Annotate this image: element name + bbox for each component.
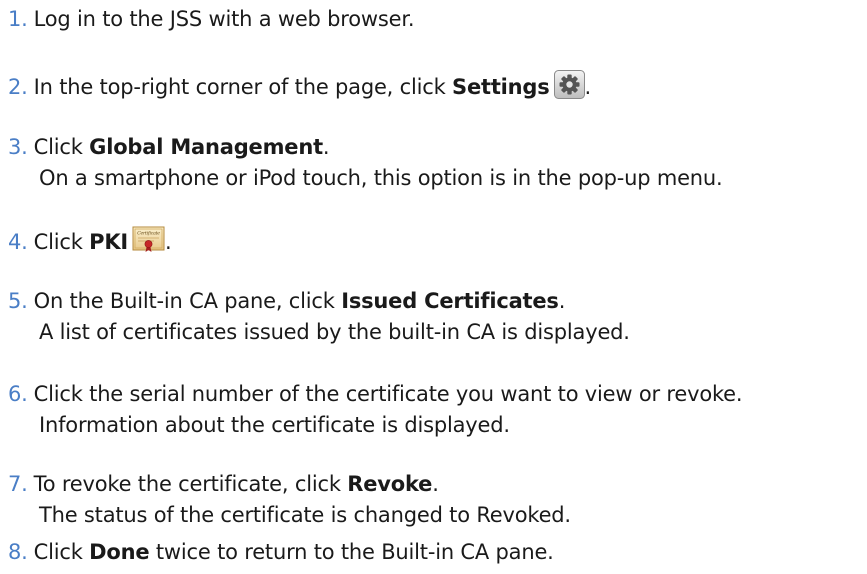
step-text-end: .: [558, 289, 566, 313]
step-text: Click the serial number of the certifica…: [33, 382, 743, 406]
step-8: 8. Click Done twice to return to the Buil…: [8, 537, 554, 568]
settings-label: Settings: [452, 75, 550, 99]
revoke-label: Revoke: [347, 472, 433, 496]
step-number: 7.: [8, 472, 28, 496]
step-number: 5.: [8, 289, 28, 313]
step-note: A list of certificates issued by the bui…: [39, 320, 630, 344]
step-4: 4. Click PKI Certificate .: [8, 226, 172, 258]
step-2: 2. In the top-right corner of the page, c…: [8, 70, 591, 103]
step-7: 7. To revoke the certificate, click Revok…: [8, 469, 571, 531]
step-1: 1. Log in to the JSS with a web browser.: [8, 4, 415, 35]
step-text: Click: [33, 135, 90, 159]
pki-label: PKI: [89, 230, 129, 254]
step-text-end: twice to return to the Built-in CA pane.: [149, 540, 554, 564]
step-text: On the Built-in CA pane, click: [33, 289, 342, 313]
step-text-end: .: [165, 230, 172, 254]
step-text: In the top-right corner of the page, cli…: [33, 75, 453, 99]
step-3: 3. Click Global Management. On a smartpho…: [8, 132, 723, 194]
step-6: 6. Click the serial number of the certifi…: [8, 379, 743, 441]
step-number: 6.: [8, 382, 28, 406]
step-text: Click: [33, 230, 90, 254]
step-note: The status of the certificate is changed…: [39, 503, 571, 527]
issued-certificates-label: Issued Certificates: [341, 289, 559, 313]
global-management-label: Global Management: [89, 135, 323, 159]
step-number: 3.: [8, 135, 28, 159]
step-text-end: .: [584, 75, 592, 99]
step-number: 4.: [8, 230, 28, 254]
step-text: Log in to the JSS with a web browser.: [33, 7, 415, 31]
step-text-end: .: [432, 472, 439, 496]
step-number: 2.: [8, 75, 28, 99]
done-label: Done: [89, 540, 150, 564]
step-text: To revoke the certificate, click: [33, 472, 348, 496]
step-number: 1.: [8, 7, 28, 31]
step-text: Click: [33, 540, 90, 564]
step-note: Information about the certificate is dis…: [39, 413, 510, 437]
settings-gear-icon: [553, 70, 585, 99]
step-note: On a smartphone or iPod touch, this opti…: [39, 166, 723, 190]
certificate-icon-caption: Certificate: [137, 231, 160, 237]
step-5: 5. On the Built-in CA pane, click Issued …: [8, 286, 630, 348]
step-text-end: .: [322, 135, 330, 159]
step-number: 8.: [8, 540, 28, 564]
certificate-icon: Certificate: [132, 226, 165, 253]
